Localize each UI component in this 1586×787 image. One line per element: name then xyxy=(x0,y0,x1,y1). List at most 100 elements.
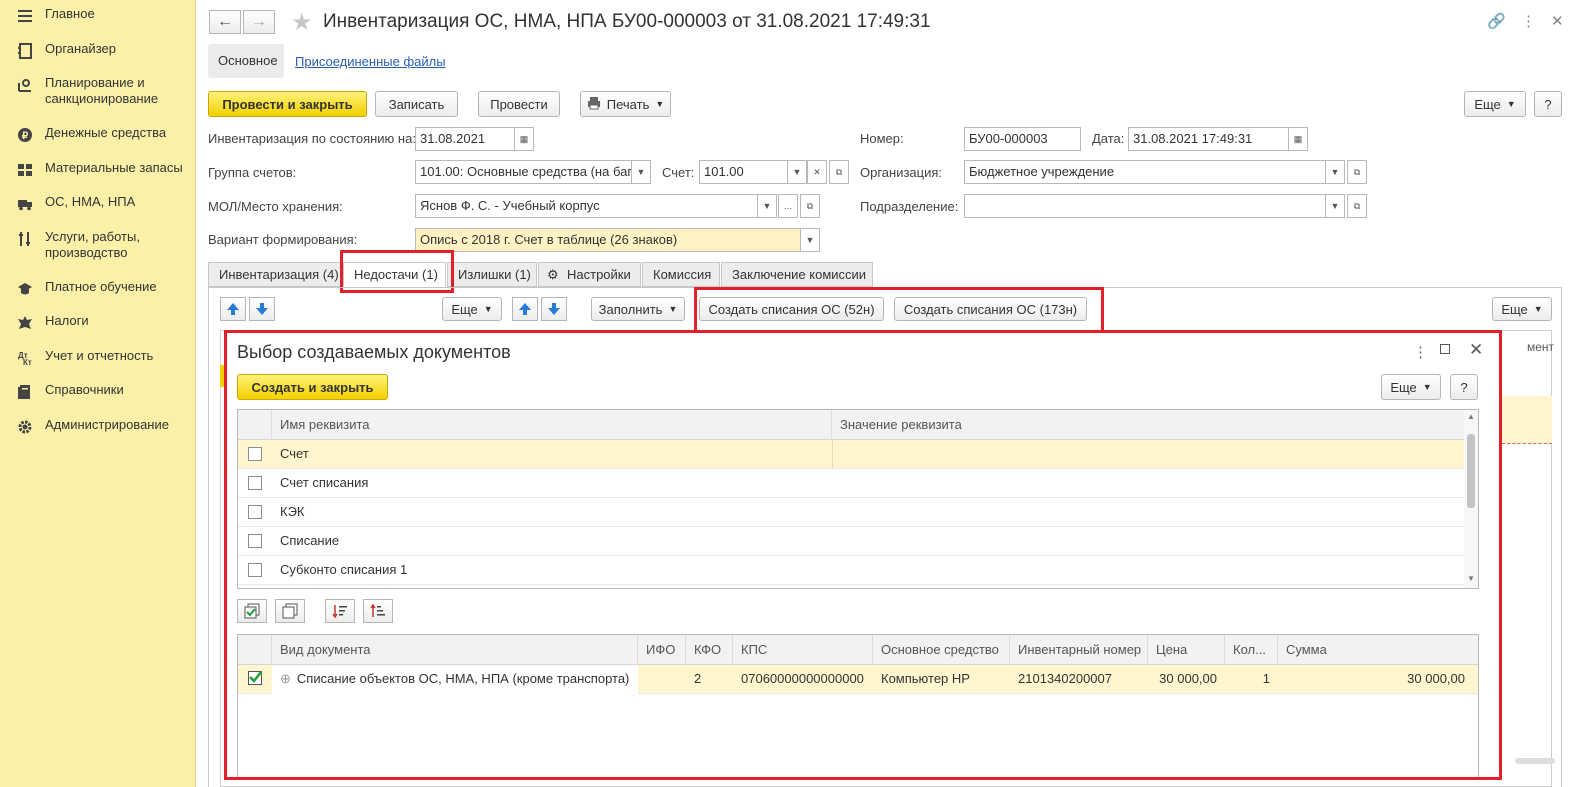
chevron-down-icon[interactable]: ▼ xyxy=(1325,160,1345,184)
fill-button[interactable]: Заполнить ▼ xyxy=(591,297,685,321)
dept-field[interactable] xyxy=(964,194,1326,218)
column-header[interactable]: Цена xyxy=(1148,635,1225,665)
chevron-down-icon[interactable]: ▼ xyxy=(757,194,777,218)
create-writeoff-173-button[interactable]: Создать списания ОС (173н) xyxy=(894,297,1087,321)
sort-desc-button[interactable] xyxy=(325,599,355,623)
move-down-button[interactable] xyxy=(249,297,275,321)
calendar-icon[interactable]: ▦ xyxy=(514,127,534,151)
tab-settings[interactable]: ⚙ Настройки xyxy=(538,262,641,287)
column-header[interactable]: Вид документа xyxy=(272,635,638,665)
print-button[interactable]: Печать ▼ xyxy=(580,91,671,117)
column-header[interactable]: Значение реквизита xyxy=(832,410,1466,440)
move-up-button[interactable] xyxy=(220,297,246,321)
row-checkbox[interactable] xyxy=(248,447,262,461)
tab-shortage[interactable]: Недостачи (1) xyxy=(343,262,446,287)
more-button-right[interactable]: Еще ▼ xyxy=(1492,297,1552,321)
clear-icon[interactable]: ✕ xyxy=(807,160,827,184)
scroll-down-icon[interactable]: ▼ xyxy=(1467,574,1475,583)
save-button[interactable]: Записать xyxy=(375,91,458,117)
open-icon[interactable]: ⧉ xyxy=(1347,194,1367,218)
sidebar-item-os[interactable]: ОС, НМА, НПА xyxy=(0,194,195,229)
date-field[interactable]: 31.08.2021 17:49:31 xyxy=(1128,127,1289,151)
tab-inventory[interactable]: Инвентаризация (4) xyxy=(208,262,342,287)
scrollbar-thumb[interactable] xyxy=(1467,434,1475,508)
close-icon[interactable]: ✕ xyxy=(1469,340,1483,360)
sidebar-item-references[interactable]: Справочники xyxy=(0,382,195,417)
uncheck-all-button[interactable] xyxy=(275,599,305,623)
row-checkbox[interactable] xyxy=(248,534,262,548)
mol-field[interactable]: Яснов Ф. С. - Учебный корпус xyxy=(415,194,758,218)
forward-button[interactable]: → xyxy=(243,10,275,34)
create-writeoff-52-button[interactable]: Создать списания ОС (52н) xyxy=(699,297,884,321)
sidebar-item-money[interactable]: ₽ Денежные средства xyxy=(0,125,195,160)
post-close-button[interactable]: Провести и закрыть xyxy=(208,91,367,117)
sidebar-item-organizer[interactable]: Органайзер xyxy=(0,41,195,76)
open-icon[interactable]: ⧉ xyxy=(800,194,820,218)
check-all-button[interactable] xyxy=(237,599,267,623)
select-icon[interactable]: … xyxy=(778,194,798,218)
group-field[interactable]: 101.00: Основные средства (на баг xyxy=(415,160,632,184)
column-header[interactable]: ИФО xyxy=(638,635,686,665)
table-row[interactable]: Счет списания xyxy=(238,469,1464,498)
more-button-dialog[interactable]: Еще ▼ xyxy=(1381,374,1441,400)
sidebar-item-main[interactable]: Главное xyxy=(0,6,195,41)
sidebar-item-reporting[interactable]: Дт Кт Учет и отчетность xyxy=(0,348,195,383)
chevron-down-icon[interactable]: ▼ xyxy=(800,228,820,252)
create-close-button[interactable]: Создать и закрыть xyxy=(237,374,388,400)
column-header[interactable]: Инвентарный номер xyxy=(1010,635,1148,665)
sidebar-item-planning[interactable]: Планирование и санкционирование xyxy=(0,75,195,125)
column-header[interactable]: КПС xyxy=(733,635,873,665)
maximize-icon[interactable] xyxy=(1440,344,1450,354)
table-row[interactable]: Списание xyxy=(238,527,1464,556)
tab-surplus[interactable]: Излишки (1) xyxy=(447,262,537,287)
star-icon[interactable]: ★ xyxy=(291,8,313,37)
tab-conclusion[interactable]: Заключение комиссии xyxy=(721,262,873,287)
vertical-scrollbar[interactable]: ▲ ▼ xyxy=(1464,410,1478,588)
attr-value[interactable] xyxy=(832,527,848,556)
account-field[interactable]: 101.00 xyxy=(699,160,788,184)
chevron-down-icon[interactable]: ▼ xyxy=(787,160,807,184)
column-header[interactable]: КФО xyxy=(686,635,733,665)
calendar-icon[interactable]: ▦ xyxy=(1288,127,1308,151)
table-row[interactable]: КЭК xyxy=(238,498,1464,527)
attr-value[interactable] xyxy=(832,440,849,469)
post-button[interactable]: Провести xyxy=(478,91,560,117)
move-down-button-2[interactable] xyxy=(541,297,567,321)
column-header[interactable]: Кол... xyxy=(1225,635,1278,665)
tab-main[interactable]: Основное xyxy=(208,44,284,78)
table-row[interactable]: ⊕ Списание объектов ОС, НМА, НПА (кроме т… xyxy=(238,665,1478,694)
more-button[interactable]: Еще ▼ xyxy=(1464,91,1526,117)
variant-field[interactable]: Опись с 2018 г. Счет в таблице (26 знако… xyxy=(415,228,801,252)
sidebar-item-taxes[interactable]: Налоги xyxy=(0,313,195,348)
move-up-button-2[interactable] xyxy=(512,297,538,321)
more-vertical-icon[interactable]: ⋮ xyxy=(1413,343,1428,361)
table-row[interactable]: Счет xyxy=(238,440,1464,469)
sort-asc-button[interactable] xyxy=(363,599,393,623)
number-field[interactable]: БУ00-000003 xyxy=(964,127,1081,151)
horizontal-scrollbar[interactable] xyxy=(1515,758,1555,764)
sidebar-item-materials[interactable]: Материальные запасы xyxy=(0,160,195,195)
expand-icon[interactable]: ⊕ xyxy=(280,671,291,686)
more-button-table[interactable]: Еще ▼ xyxy=(442,297,502,321)
inv-date-field[interactable]: 31.08.2021 xyxy=(415,127,515,151)
row-checkbox[interactable] xyxy=(248,476,262,490)
scroll-up-icon[interactable]: ▲ xyxy=(1467,412,1475,421)
row-checkbox[interactable] xyxy=(248,563,262,577)
sidebar-item-services[interactable]: Услуги, работы, производство xyxy=(0,229,195,279)
row-checkbox[interactable] xyxy=(248,505,262,519)
tab-commission[interactable]: Комиссия xyxy=(642,262,720,287)
close-icon[interactable]: ✕ xyxy=(1551,12,1564,30)
attr-value[interactable] xyxy=(832,469,848,498)
tab-files[interactable]: Присоединенные файлы xyxy=(295,54,446,69)
attr-value[interactable] xyxy=(832,556,848,585)
sidebar-item-education[interactable]: Платное обучение xyxy=(0,279,195,314)
open-icon[interactable]: ⧉ xyxy=(829,160,849,184)
chevron-down-icon[interactable]: ▼ xyxy=(631,160,651,184)
help-button-dialog[interactable]: ? xyxy=(1450,374,1478,400)
table-row[interactable]: Субконто списания 1 xyxy=(238,556,1464,585)
chevron-down-icon[interactable]: ▼ xyxy=(1325,194,1345,218)
column-header[interactable]: Имя реквизита xyxy=(272,410,832,440)
open-icon[interactable]: ⧉ xyxy=(1347,160,1367,184)
more-vertical-icon[interactable]: ⋮ xyxy=(1521,12,1536,30)
org-field[interactable]: Бюджетное учреждение xyxy=(964,160,1326,184)
